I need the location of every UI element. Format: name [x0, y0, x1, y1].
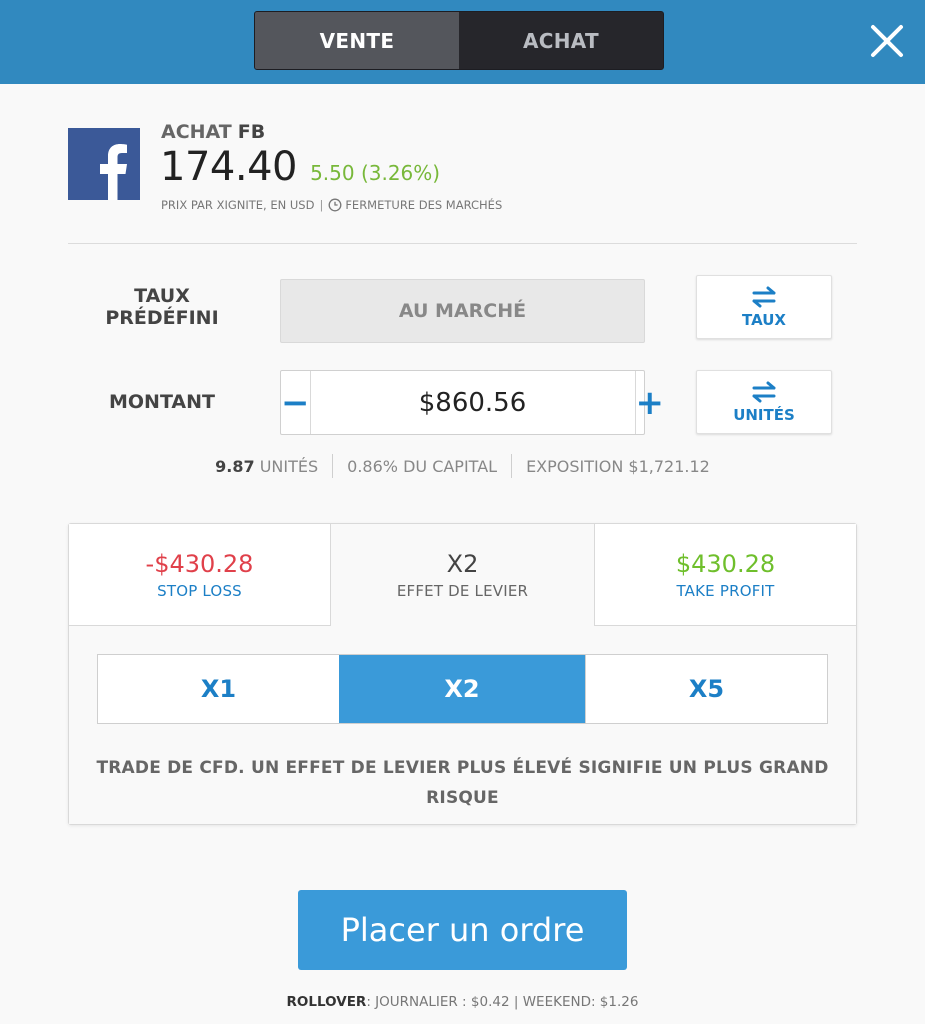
units-switch-button[interactable]: UNITÉS: [696, 370, 832, 434]
rate-switch-button[interactable]: TAUX: [696, 275, 832, 339]
instrument-name: ACHAT FB: [161, 121, 265, 143]
stop-loss-label: STOP LOSS: [157, 581, 242, 600]
sell-buy-toggle: VENTE ACHAT: [254, 11, 664, 70]
take-profit-value: $430.28: [675, 549, 776, 578]
leverage-option-x5[interactable]: X5: [585, 655, 827, 723]
take-profit-label: TAKE PROFIT: [676, 581, 775, 600]
capital-stat: 0.86% DU CAPITAL: [347, 456, 498, 476]
units-label: UNITÉS: [259, 456, 319, 476]
tab-buy[interactable]: ACHAT: [459, 12, 663, 69]
meta-separator: |: [319, 198, 324, 212]
price-row: 174.40 5.50 (3.26%): [160, 144, 440, 190]
leverage-label: EFFET DE LEVIER: [396, 582, 529, 600]
price-change: 5.50 (3.26%): [310, 161, 441, 185]
tab-stop-loss[interactable]: -$430.28 STOP LOSS: [69, 524, 331, 626]
clock-icon: [328, 198, 342, 212]
leverage-option-x1[interactable]: X1: [98, 655, 339, 723]
rollover-label: ROLLOVER: [286, 994, 367, 1010]
exposure-value: $1,721.12: [628, 456, 710, 476]
tab-sell[interactable]: VENTE: [255, 12, 459, 69]
rate-label: TAUX PRÉDÉFINI: [96, 285, 228, 329]
rollover-weekend: WEEKEND: $1.26: [522, 994, 639, 1010]
rate-label-line2: PRÉDÉFINI: [105, 307, 219, 329]
trade-stats: 9.87 UNITÉS 0.86% DU CAPITAL EXPOSITION …: [0, 454, 925, 478]
divider: [68, 243, 857, 244]
trade-action: ACHAT: [161, 121, 232, 143]
increase-amount-button[interactable]: +: [634, 371, 664, 434]
stop-loss-value: -$430.28: [145, 549, 254, 578]
swap-icon: [752, 381, 776, 402]
leverage-value: X2: [446, 550, 479, 578]
leverage-options: X1 X2 X5: [97, 654, 828, 724]
market-status: FERMETURE DES MARCHÉS: [345, 198, 503, 212]
instrument-price: 174.40: [160, 144, 297, 190]
exposure-label: EXPOSITION: [526, 456, 624, 476]
risk-panel: -$430.28 STOP LOSS X2 EFFET DE LEVIER $4…: [68, 523, 857, 825]
amount-input[interactable]: [310, 371, 635, 434]
units-stat: 9.87 UNITÉS: [215, 457, 318, 476]
exposure-stat: EXPOSITION $1,721.12: [526, 457, 710, 476]
tab-leverage[interactable]: X2 EFFET DE LEVIER: [331, 524, 594, 626]
price-source: PRIX PAR XIGNITE, EN USD: [161, 198, 315, 212]
leverage-option-x2[interactable]: X2: [339, 655, 585, 723]
rate-label-line1: TAUX: [134, 285, 190, 307]
stat-separator: [511, 454, 513, 478]
facebook-logo-icon: [68, 128, 140, 200]
amount-label: MONTANT: [108, 391, 215, 413]
tab-take-profit[interactable]: $430.28 TAKE PROFIT: [594, 524, 856, 626]
close-icon[interactable]: [868, 22, 906, 60]
rollover-info: ROLLOVER: JOURNALIER : $0.42 | WEEKEND: …: [286, 994, 639, 1010]
rate-field[interactable]: AU MARCHÉ: [280, 279, 645, 343]
rate-switch-label: TAUX: [742, 310, 786, 329]
units-value: 9.87: [215, 456, 255, 476]
decrease-amount-button[interactable]: −: [281, 371, 311, 434]
header-bar: VENTE ACHAT: [0, 0, 925, 84]
leverage-panel: X1 X2 X5 TRADE DE CFD. UN EFFET DE LEVIE…: [69, 626, 856, 824]
stat-separator: [332, 454, 334, 478]
amount-stepper: − +: [280, 370, 664, 435]
price-meta: PRIX PAR XIGNITE, EN USD | FERMETURE DES…: [161, 198, 502, 212]
leverage-warning: TRADE DE CFD. UN EFFET DE LEVIER PLUS ÉL…: [96, 758, 829, 808]
place-order-button[interactable]: Placer un ordre: [298, 890, 627, 970]
instrument-symbol: FB: [237, 121, 266, 143]
swap-icon: [752, 286, 776, 307]
units-switch-label: UNITÉS: [733, 405, 795, 424]
rollover-daily: : JOURNALIER : $0.42: [366, 994, 510, 1010]
